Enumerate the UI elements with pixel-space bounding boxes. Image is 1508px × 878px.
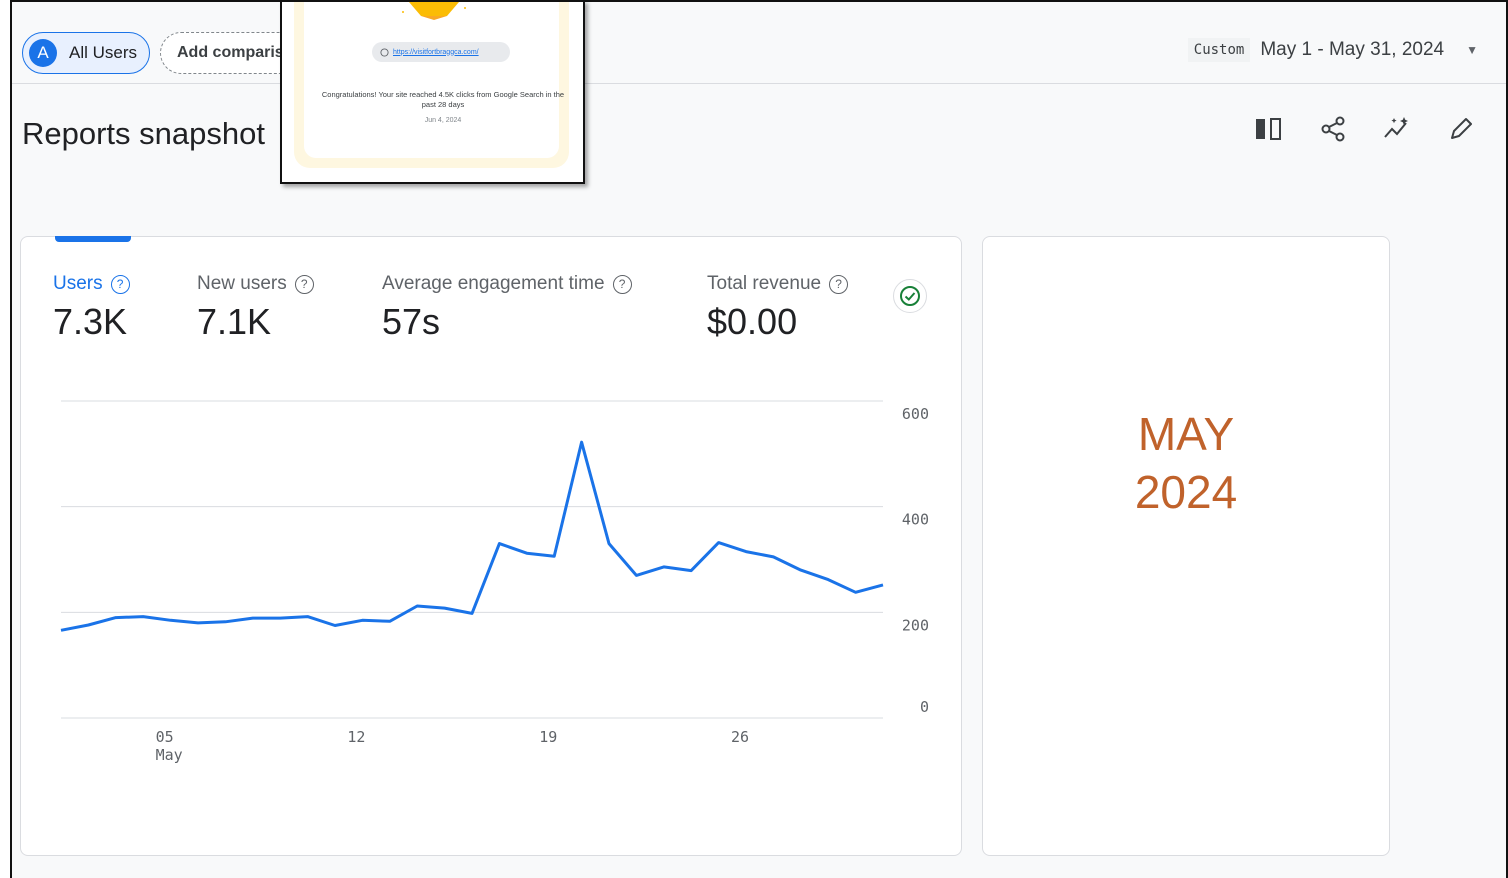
month-card: MAY 2024 (982, 236, 1390, 856)
x-tick-label: 12 (347, 728, 365, 746)
app-frame: A All Users Add comparison Custom May 1 … (10, 0, 1508, 878)
users-series-line (60, 440, 884, 632)
site-link[interactable]: https://visitfortbraggca.com/ (372, 42, 510, 62)
trophy-icon (402, 2, 466, 20)
notification-popup[interactable]: https://visitfortbraggca.com/ Congratula… (280, 0, 585, 184)
filter-bar: A All Users Add comparison Custom May 1 … (12, 2, 1506, 84)
notification-card: https://visitfortbraggca.com/ Congratula… (304, 2, 564, 158)
page-title: Reports snapshot (22, 116, 265, 151)
month-name: MAY (1137, 408, 1235, 460)
metrics-chart-card: Users? 7.3K New users? 7.1K Average enga… (20, 236, 962, 856)
date-tag: Custom (1187, 38, 1251, 62)
notification-date: Jun 4, 2024 (424, 117, 462, 124)
x-tick-sublabel: May (156, 746, 183, 764)
chevron-down-icon: ▼ (1466, 43, 1478, 57)
edit-icon[interactable] (1444, 112, 1478, 146)
x-tick-label: 26 (731, 728, 749, 746)
date-range-picker[interactable]: Custom May 1 - May 31, 2024 ▼ (1187, 38, 1478, 62)
report-toolbar (1252, 112, 1478, 146)
y-tick-label: 200 (902, 616, 929, 634)
date-range: May 1 - May 31, 2024 (1260, 39, 1445, 60)
x-tick-label: 05 (156, 728, 174, 746)
x-tick-label: 19 (539, 728, 557, 746)
y-tick-label: 400 (902, 511, 929, 529)
segment-avatar: A (29, 39, 57, 67)
y-tick-label: 600 (902, 405, 929, 423)
all-users-chip[interactable]: A All Users (22, 32, 150, 74)
add-comparison-button[interactable]: Add comparison (160, 32, 300, 74)
month-year: 2024 (1134, 466, 1238, 518)
share-icon[interactable] (1316, 112, 1350, 146)
month-label: MAY 2024 (983, 405, 1389, 521)
notification-message: Congratulations! Your site reached 4.5K … (321, 90, 565, 109)
compare-columns-icon[interactable] (1252, 112, 1286, 146)
users-line-chart: 600 400 200 0 05May 12 19 26 (60, 400, 929, 764)
segment-label: All Users (69, 43, 138, 62)
y-tick-label: 0 (920, 698, 929, 716)
insights-icon[interactable] (1380, 112, 1414, 146)
